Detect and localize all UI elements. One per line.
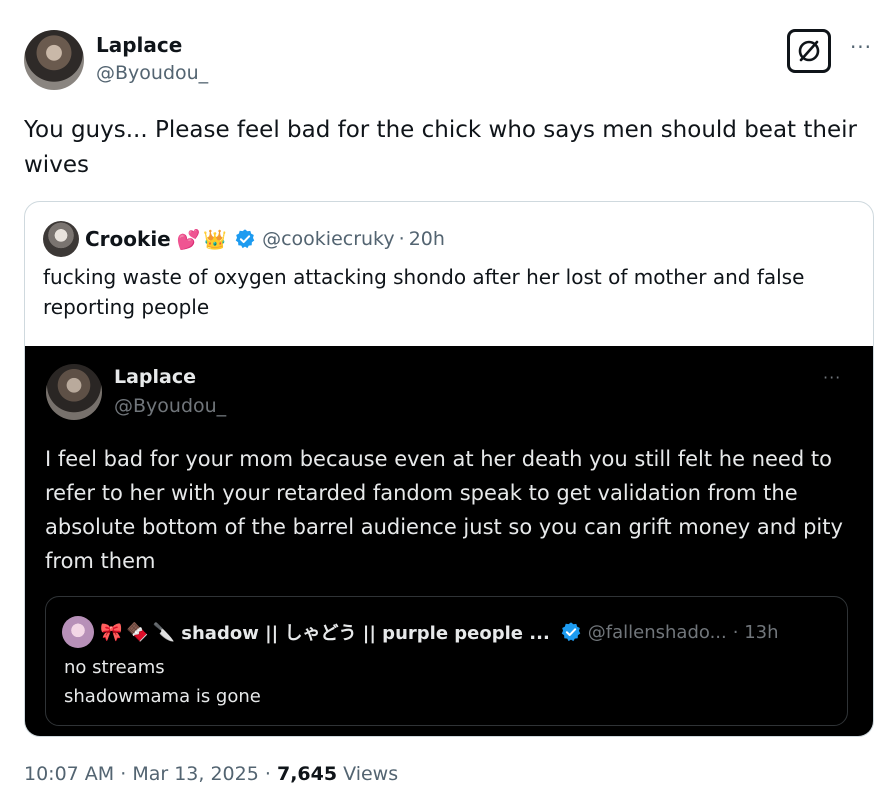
nested-quote-text: no streams shadowmama is gone: [64, 657, 261, 707]
author-avatar[interactable]: [24, 30, 84, 90]
image-author-name: Laplace: [114, 366, 197, 388]
crown-emoji-icon: 👑: [203, 228, 228, 251]
nested-author-name: shadow || しゃどう || purple people ...: [181, 623, 550, 644]
nested-author-handle: @fallenshado...: [587, 621, 727, 643]
quoted-media-image[interactable]: Laplace @Byoudou_ ··· I feel bad for you…: [25, 346, 873, 736]
views-count[interactable]: 7,645: [277, 763, 337, 785]
tweet-metadata: 10:07 AM · Mar 13, 2025 · 7,645 Views: [24, 763, 398, 785]
separator-dot: ·: [264, 763, 271, 785]
nested-author-avatar: [62, 616, 94, 648]
knife-emoji-icon: 🔪: [152, 621, 176, 643]
quoted-tweet-text: fucking waste of oxygen attacking shondo…: [43, 265, 805, 319]
ribbon-emoji-icon: 🎀: [100, 621, 123, 643]
more-options-button[interactable]: ···: [847, 35, 875, 59]
tweet-date[interactable]: Mar 13, 2025: [132, 763, 259, 785]
quoted-tweet-card[interactable]: Crookie 💕 👑 @cookiecruky · 20h fucking w…: [24, 201, 874, 737]
quoted-author-name[interactable]: Crookie: [85, 227, 171, 251]
author-handle[interactable]: @Byoudou_: [96, 62, 208, 84]
image-tweet-text: I feel bad for your mom because even at …: [45, 447, 843, 573]
more-icon: ···: [849, 35, 873, 59]
grok-icon: [798, 40, 820, 62]
separator-dot: ·: [120, 763, 127, 785]
nested-timestamp: · 13h: [732, 621, 779, 643]
tweet-text: You guys... Please feel bad for the chic…: [24, 117, 857, 178]
separator-dot: ·: [398, 228, 405, 250]
tweet-time[interactable]: 10:07 AM: [24, 763, 114, 785]
heart-emoji-icon: 💕: [176, 228, 201, 251]
quoted-author-avatar[interactable]: [43, 221, 79, 257]
image-more-icon: ···: [823, 368, 842, 387]
chocolate-emoji-icon: 🍫: [126, 621, 149, 643]
views-label: Views: [343, 763, 399, 785]
grok-button[interactable]: [787, 29, 831, 73]
author-name[interactable]: Laplace: [96, 33, 182, 57]
quoted-timestamp[interactable]: 20h: [409, 228, 445, 250]
image-author-avatar: [46, 364, 102, 420]
quoted-author-handle[interactable]: @cookiecruky: [262, 228, 395, 250]
nested-quote-header: 🎀 🍫 🔪 shadow || しゃどう || purple people ..…: [62, 615, 779, 649]
nested-verified-badge-icon: [560, 621, 582, 643]
image-author-handle: @Byoudou_: [114, 395, 227, 417]
image-nested-quote-card: 🎀 🍫 🔪 shadow || しゃどう || purple people ..…: [45, 596, 848, 726]
quoted-tweet-header: Crookie 💕 👑 @cookiecruky · 20h: [43, 221, 445, 257]
verified-badge-icon: [234, 228, 256, 250]
